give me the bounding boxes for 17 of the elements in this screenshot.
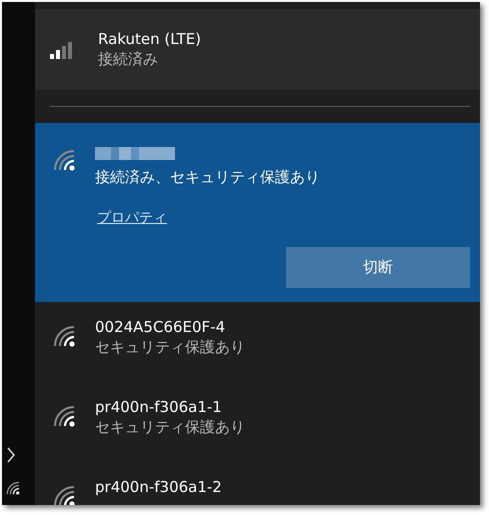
network-status: セキュリティ保護あり [95,338,245,357]
network-item[interactable]: 0024A5C66E0F-4 セキュリティ保護あり [35,302,480,382]
cellular-item[interactable]: Rakuten (LTE) 接続済み [35,9,480,90]
connected-network-item[interactable]: 接続済み、セキュリティ保護あり プロパティ 切断 [35,123,480,302]
network-status: 接続済み [98,50,159,69]
network-name: pr400n-f306a1-1 [95,398,223,416]
network-name: 0024A5C66E0F-4 [95,318,226,336]
network-status: 接続済み、セキュリティ保護あり [95,168,320,187]
chevron-icon[interactable] [6,447,16,463]
network-item[interactable]: pr400n-f306a1-1 セキュリティ保護あり [35,382,480,462]
disconnect-button[interactable]: 切断 [286,247,470,288]
properties-link[interactable]: プロパティ [97,209,167,227]
wifi-icon[interactable] [6,481,22,495]
network-status: セキュリティ保護あり [95,418,245,437]
network-name: Rakuten (LTE) [98,30,202,48]
network-item[interactable]: pr400n-f306a1-2 [35,462,480,505]
network-name: pr400n-f306a1-2 [95,478,222,496]
